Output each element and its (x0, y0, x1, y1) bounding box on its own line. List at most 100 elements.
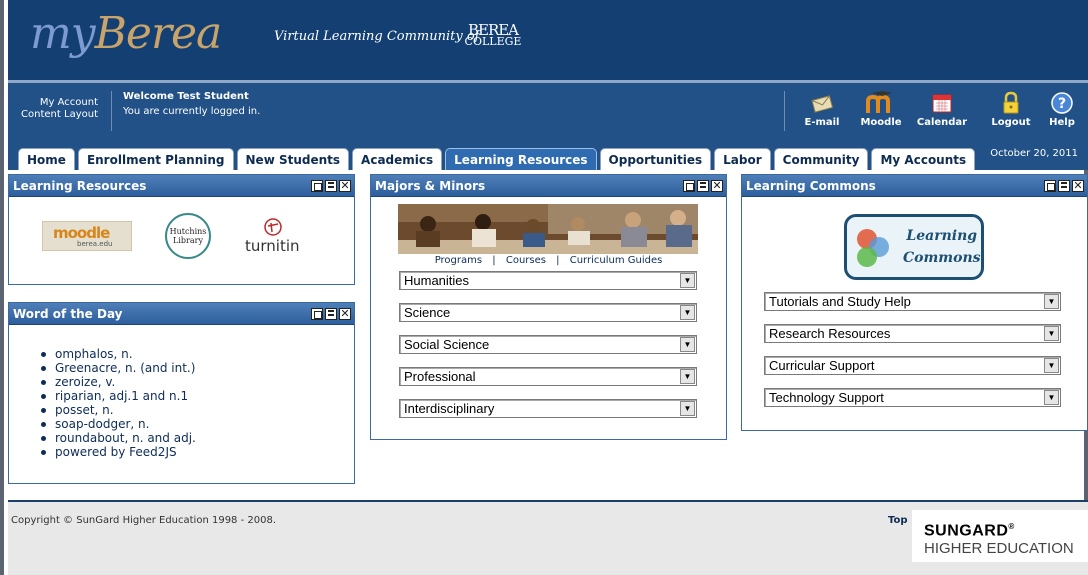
tab-academics[interactable]: Academics (352, 148, 443, 170)
learning-commons-logo[interactable]: Learning Commons (844, 214, 984, 280)
select-value: Interdisciplinary (404, 401, 495, 416)
social-science-select[interactable]: Social Science ▼ (399, 335, 697, 354)
close-icon[interactable]: ✕ (711, 180, 723, 192)
moodle-link[interactable]: moodle berea.edu (42, 221, 132, 251)
maximize-icon[interactable] (1058, 180, 1070, 192)
courses-link[interactable]: Courses (506, 255, 546, 266)
minimize-icon[interactable] (683, 180, 695, 192)
minimize-icon[interactable] (311, 308, 323, 320)
tagline: Virtual Learning Community of (274, 29, 480, 44)
help-label: Help (1049, 117, 1075, 128)
login-status: You are currently logged in. (123, 106, 261, 117)
humanities-select[interactable]: Humanities ▼ (399, 271, 697, 290)
link-separator: | (492, 255, 496, 266)
word-list: omphalos, n. Greenacre, n. (and int.) ze… (41, 347, 196, 459)
interdisciplinary-select[interactable]: Interdisciplinary ▼ (399, 399, 697, 418)
tab-labor[interactable]: Labor (714, 148, 771, 170)
email-button[interactable]: E-mail (794, 91, 850, 128)
list-item[interactable]: roundabout, n. and adj. (41, 431, 196, 445)
minimize-icon[interactable] (311, 180, 323, 192)
moodle-label: Moodle (860, 117, 902, 128)
portlet-controls: ✕ (683, 180, 723, 192)
content-layout-link[interactable]: Content Layout (8, 109, 98, 121)
curriculum-guides-link[interactable]: Curriculum Guides (570, 255, 663, 266)
portlet-controls: ✕ (311, 308, 351, 320)
help-button[interactable]: ? Help (1034, 91, 1088, 128)
email-icon (811, 95, 834, 113)
chevron-down-icon: ▼ (1044, 390, 1059, 405)
maximize-icon[interactable] (325, 308, 337, 320)
tab-enrollment-planning[interactable]: Enrollment Planning (77, 148, 234, 170)
technology-support-select[interactable]: Technology Support ▼ (764, 388, 1061, 407)
professional-select[interactable]: Professional ▼ (399, 367, 697, 386)
portlet-title: Learning Commons (746, 179, 876, 193)
moodle-button[interactable]: Moodle (853, 91, 909, 128)
tab-home[interactable]: Home (18, 148, 75, 170)
logout-button[interactable]: Logout (983, 91, 1039, 128)
registered-mark: ® (1008, 522, 1015, 531)
science-select[interactable]: Science ▼ (399, 303, 697, 322)
select-value: Social Science (404, 337, 490, 352)
logout-label: Logout (991, 117, 1031, 128)
logo-berea-text: Berea (94, 8, 223, 59)
select-value: Humanities (404, 273, 470, 288)
commons-circles-icon (857, 229, 889, 267)
tab-opportunities[interactable]: Opportunities (599, 148, 712, 170)
select-value: Professional (404, 369, 476, 384)
divider (111, 91, 112, 131)
sungard-name: SUNGARD (924, 522, 1009, 540)
myberea-logo[interactable]: myBerea (30, 8, 223, 59)
main-tabs: Home Enrollment Planning New Students Ac… (18, 148, 976, 170)
sungard-logo: SUNGARD® HIGHER EDUCATION (912, 510, 1088, 562)
turnitin-link[interactable]: turnitin (245, 217, 325, 257)
tab-learning-resources[interactable]: Learning Resources (445, 148, 597, 170)
learning-commons-portlet: Learning Commons ✕ Learning Commons Tuto… (741, 174, 1088, 431)
list-item[interactable]: posset, n. (41, 403, 196, 417)
list-item[interactable]: zeroize, v. (41, 375, 196, 389)
list-item[interactable]: riparian, adj.1 and n.1 (41, 389, 196, 403)
close-icon[interactable]: ✕ (339, 180, 351, 192)
curricular-support-select[interactable]: Curricular Support ▼ (764, 356, 1061, 375)
feed2js-link[interactable]: powered by Feed2JS (41, 445, 196, 459)
close-icon[interactable]: ✕ (339, 308, 351, 320)
minimize-icon[interactable] (1044, 180, 1056, 192)
majors-links: Programs | Courses | Curriculum Guides (371, 255, 726, 266)
select-value: Curricular Support (769, 358, 875, 373)
list-item[interactable]: soap-dodger, n. (41, 417, 196, 431)
portlet-controls: ✕ (311, 180, 351, 192)
chevron-down-icon: ▼ (680, 369, 695, 384)
maximize-icon[interactable] (325, 180, 337, 192)
maximize-icon[interactable] (697, 180, 709, 192)
welcome-text: Welcome Test Student (123, 91, 249, 102)
tutorials-select[interactable]: Tutorials and Study Help ▼ (764, 292, 1061, 311)
footer: Copyright © SunGard Higher Education 199… (8, 502, 1088, 575)
tab-new-students[interactable]: New Students (236, 148, 350, 170)
list-item[interactable]: Greenacre, n. (and int.) (41, 361, 196, 375)
programs-link[interactable]: Programs (435, 255, 482, 266)
email-label: E-mail (804, 117, 840, 128)
research-resources-select[interactable]: Research Resources ▼ (764, 324, 1061, 343)
tab-community[interactable]: Community (773, 148, 869, 170)
tab-my-accounts[interactable]: My Accounts (871, 148, 976, 170)
chevron-down-icon: ▼ (1044, 326, 1059, 341)
chevron-down-icon: ▼ (680, 401, 695, 416)
top-link[interactable]: Top (888, 515, 908, 526)
link-separator: | (556, 255, 560, 266)
calendar-label: Calendar (916, 117, 968, 128)
list-item[interactable]: omphalos, n. (41, 347, 196, 361)
sungard-logo-line1: SUNGARD® (924, 522, 1088, 540)
portlet-title: Majors & Minors (375, 179, 486, 193)
turnitin-text: turnitin (245, 237, 300, 255)
college-logo-line2: COLLEGE (464, 35, 522, 48)
close-icon[interactable]: ✕ (1072, 180, 1084, 192)
hutchins-library-link[interactable]: Hutchins Library (165, 213, 211, 259)
commons-logo-line1: Learning (906, 228, 978, 244)
commons-logo-line2: Commons (903, 250, 981, 266)
calendar-button[interactable]: Calendar (914, 91, 970, 128)
my-account-link[interactable]: My Account (8, 97, 98, 109)
welcome-block: Welcome Test Student You are currently l… (123, 89, 260, 119)
portlet-header: Learning Resources ✕ (9, 175, 354, 197)
learning-resources-portlet: Learning Resources ✕ moodle berea.edu Hu… (8, 174, 355, 285)
help-icon: ? (1051, 92, 1073, 114)
select-value: Research Resources (769, 326, 891, 341)
